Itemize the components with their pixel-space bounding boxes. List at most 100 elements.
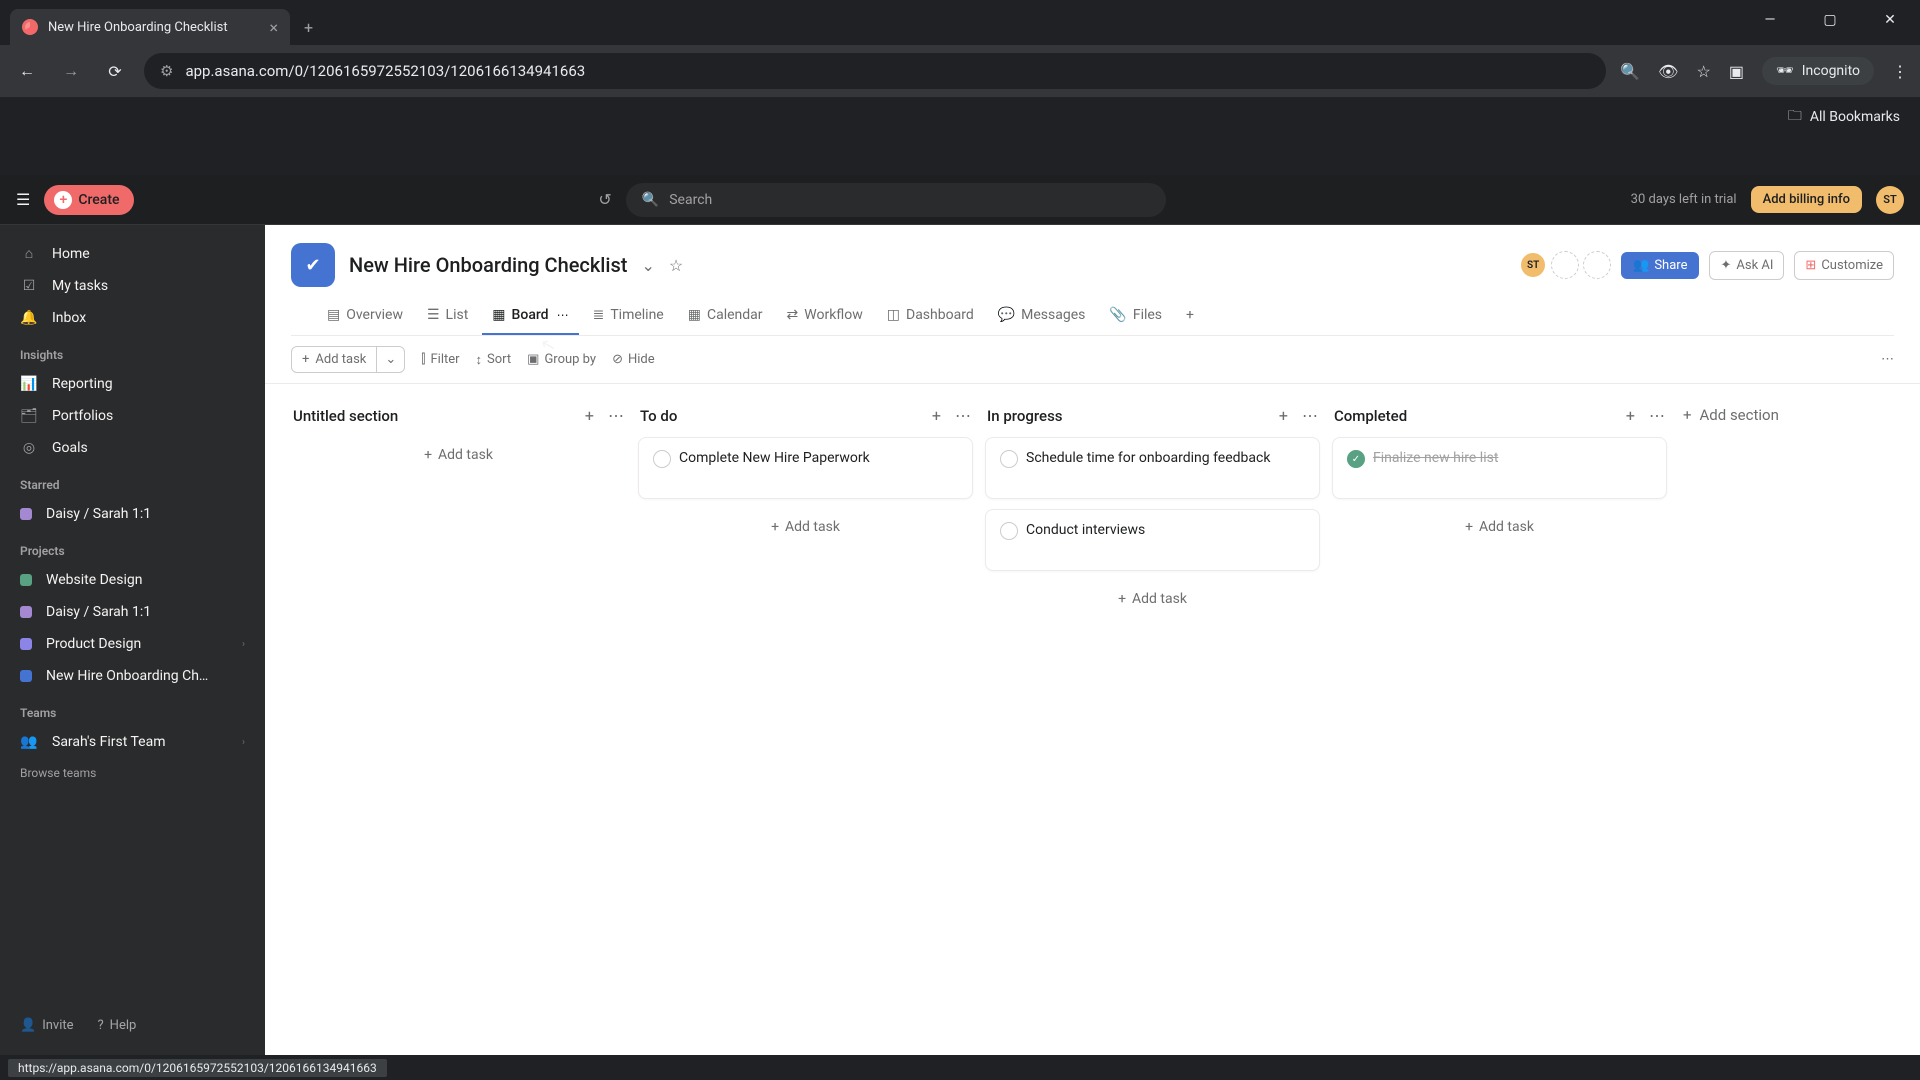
column-more-icon[interactable]: ⋯ (1649, 406, 1665, 425)
add-billing-button[interactable]: Add billing info (1751, 186, 1862, 213)
column-title[interactable]: Untitled section (293, 407, 398, 425)
back-button[interactable]: ← (12, 56, 42, 86)
url-input[interactable]: ⚙ app.asana.com/0/1206165972552103/12061… (144, 53, 1606, 89)
browser-tab[interactable]: New Hire Onboarding Checklist × (10, 9, 290, 45)
hide-button[interactable]: ⊘Hide (612, 352, 655, 367)
tab-more-icon[interactable]: ⋯ (557, 308, 569, 322)
create-button[interactable]: + Create (44, 185, 133, 215)
star-icon[interactable]: ☆ (669, 256, 683, 275)
site-settings-icon[interactable]: ⚙ (160, 62, 173, 80)
reload-button[interactable]: ⟳ (100, 56, 130, 86)
column-add-task[interactable]: +Add task (291, 437, 626, 473)
check-circle-icon[interactable] (653, 450, 671, 468)
check-circle-icon[interactable]: ✓ (1347, 450, 1365, 468)
forward-button[interactable]: → (56, 56, 86, 86)
add-member-icon[interactable] (1551, 251, 1579, 279)
column-more-icon[interactable]: ⋯ (608, 406, 624, 425)
tab-timeline[interactable]: ≣Timeline (583, 299, 674, 335)
customize-button[interactable]: ⊞ Customize (1794, 251, 1894, 280)
tab-messages[interactable]: 💬Messages (988, 299, 1096, 335)
column-add-icon[interactable]: + (932, 406, 941, 425)
add-section-label: Add section (1700, 406, 1779, 424)
all-bookmarks-button[interactable]: 🗀 All Bookmarks (1788, 105, 1900, 129)
close-tab-icon[interactable]: × (269, 18, 278, 37)
hamburger-icon[interactable]: ☰ (16, 190, 30, 209)
add-member-icon[interactable] (1583, 251, 1611, 279)
add-task-dropdown[interactable]: ⌄ (376, 347, 404, 372)
column-add-icon[interactable]: + (1626, 406, 1635, 425)
sidebar-item-portfolios[interactable]: 🗂 Portfolios (0, 400, 265, 432)
bookmark-star-icon[interactable]: ☆ (1696, 62, 1710, 81)
tab-calendar[interactable]: ▦Calendar (678, 299, 773, 335)
sidebar-project-item[interactable]: New Hire Onboarding Ch… (0, 660, 265, 692)
sidebar-item-goals[interactable]: ◎ Goals (0, 432, 265, 464)
bell-icon: 🔔 (20, 310, 38, 326)
user-avatar[interactable]: ST (1876, 186, 1904, 214)
sidebar-item-home[interactable]: ⌂ Home (0, 237, 265, 270)
column-add-icon[interactable]: + (1279, 406, 1288, 425)
sidebar-project-item[interactable]: Daisy / Sarah 1:1 (0, 596, 265, 628)
task-card[interactable]: Complete New Hire Paperwork (638, 437, 973, 499)
column-add-task[interactable]: +Add task (1332, 509, 1667, 545)
tab-list[interactable]: ☰List (417, 299, 478, 335)
sidebar-item-inbox[interactable]: 🔔 Inbox (0, 302, 265, 334)
task-title: Schedule time for onboarding feedback (1026, 450, 1270, 468)
tab-overview[interactable]: ▤Overview (317, 299, 413, 335)
tab-files[interactable]: 📎Files (1099, 299, 1172, 335)
project-icon[interactable]: ✔ (291, 243, 335, 287)
browse-teams[interactable]: Browse teams (0, 758, 265, 788)
search-input[interactable]: 🔍 Search (626, 183, 1166, 217)
tab-dashboard[interactable]: ◫Dashboard (877, 299, 984, 335)
sidebar-project-item[interactable]: Product Design› (0, 628, 265, 660)
board-icon: ▦ (492, 307, 505, 323)
invite-button[interactable]: 👤 Invite (20, 1018, 74, 1033)
chevron-down-icon[interactable]: ⌄ (641, 256, 654, 275)
column-add-task[interactable]: +Add task (638, 509, 973, 545)
check-circle-icon[interactable] (1000, 450, 1018, 468)
minimize-icon[interactable]: — (1740, 0, 1800, 40)
task-title: Conduct interviews (1026, 522, 1145, 540)
task-card[interactable]: Conduct interviews (985, 509, 1320, 571)
sidebar-item-reporting[interactable]: 📊 Reporting (0, 368, 265, 400)
tab-board[interactable]: ▦Board⋯ (482, 299, 578, 335)
task-card[interactable]: ✓Finalize new hire list (1332, 437, 1667, 499)
maximize-icon[interactable]: ▢ (1800, 0, 1860, 40)
column-more-icon[interactable]: ⋯ (1302, 406, 1318, 425)
column-add-icon[interactable]: + (585, 406, 594, 425)
groupby-button[interactable]: ▣Group by (527, 352, 596, 367)
panel-icon[interactable]: ▣ (1729, 62, 1744, 81)
add-section-button[interactable]: +Add section (1679, 402, 1783, 1037)
toolbar-more-icon[interactable]: ⋯ (1881, 352, 1894, 367)
task-card[interactable]: Schedule time for onboarding feedback (985, 437, 1320, 499)
help-icon: ? (98, 1018, 104, 1033)
column-more-icon[interactable]: ⋯ (955, 406, 971, 425)
sidebar-starred-item[interactable]: Daisy / Sarah 1:1 (0, 498, 265, 530)
ask-ai-button[interactable]: ✦ Ask AI (1709, 251, 1784, 280)
column-add-task[interactable]: +Add task (985, 581, 1320, 617)
chrome-menu-icon[interactable]: ⋮ (1892, 62, 1908, 81)
history-icon[interactable]: ↺ (598, 190, 611, 209)
incognito-badge[interactable]: 🕶 Incognito (1762, 57, 1874, 85)
column-title[interactable]: In progress (987, 407, 1063, 425)
add-task-button[interactable]: + Add task ⌄ (291, 346, 405, 373)
add-task-main[interactable]: + Add task (292, 347, 376, 372)
tab-workflow[interactable]: ⇄Workflow (777, 299, 873, 335)
check-circle-icon[interactable] (1000, 522, 1018, 540)
close-window-icon[interactable]: ✕ (1860, 0, 1920, 40)
add-tab-button[interactable]: + (1176, 299, 1204, 335)
search-icon[interactable]: 🔍 (1620, 62, 1640, 81)
share-button[interactable]: 👥 Share (1621, 252, 1699, 279)
new-tab-button[interactable]: + (294, 10, 323, 45)
help-button[interactable]: ? Help (98, 1018, 137, 1033)
column-title[interactable]: To do (640, 407, 677, 425)
project-title[interactable]: New Hire Onboarding Checklist (349, 253, 627, 277)
sidebar-project-item[interactable]: Website Design (0, 564, 265, 596)
sidebar-item-mytasks[interactable]: ☑ My tasks (0, 270, 265, 302)
eye-off-icon[interactable]: 👁 (1658, 62, 1678, 81)
column-actions: + ⋯ (932, 406, 971, 425)
filter-button[interactable]: ⫿Filter (421, 352, 459, 367)
sidebar-team-item[interactable]: 👥Sarah's First Team› (0, 726, 265, 758)
column-title[interactable]: Completed (1334, 407, 1407, 425)
sort-button[interactable]: ↕Sort (476, 352, 512, 368)
member-avatar[interactable]: ST (1519, 251, 1547, 279)
